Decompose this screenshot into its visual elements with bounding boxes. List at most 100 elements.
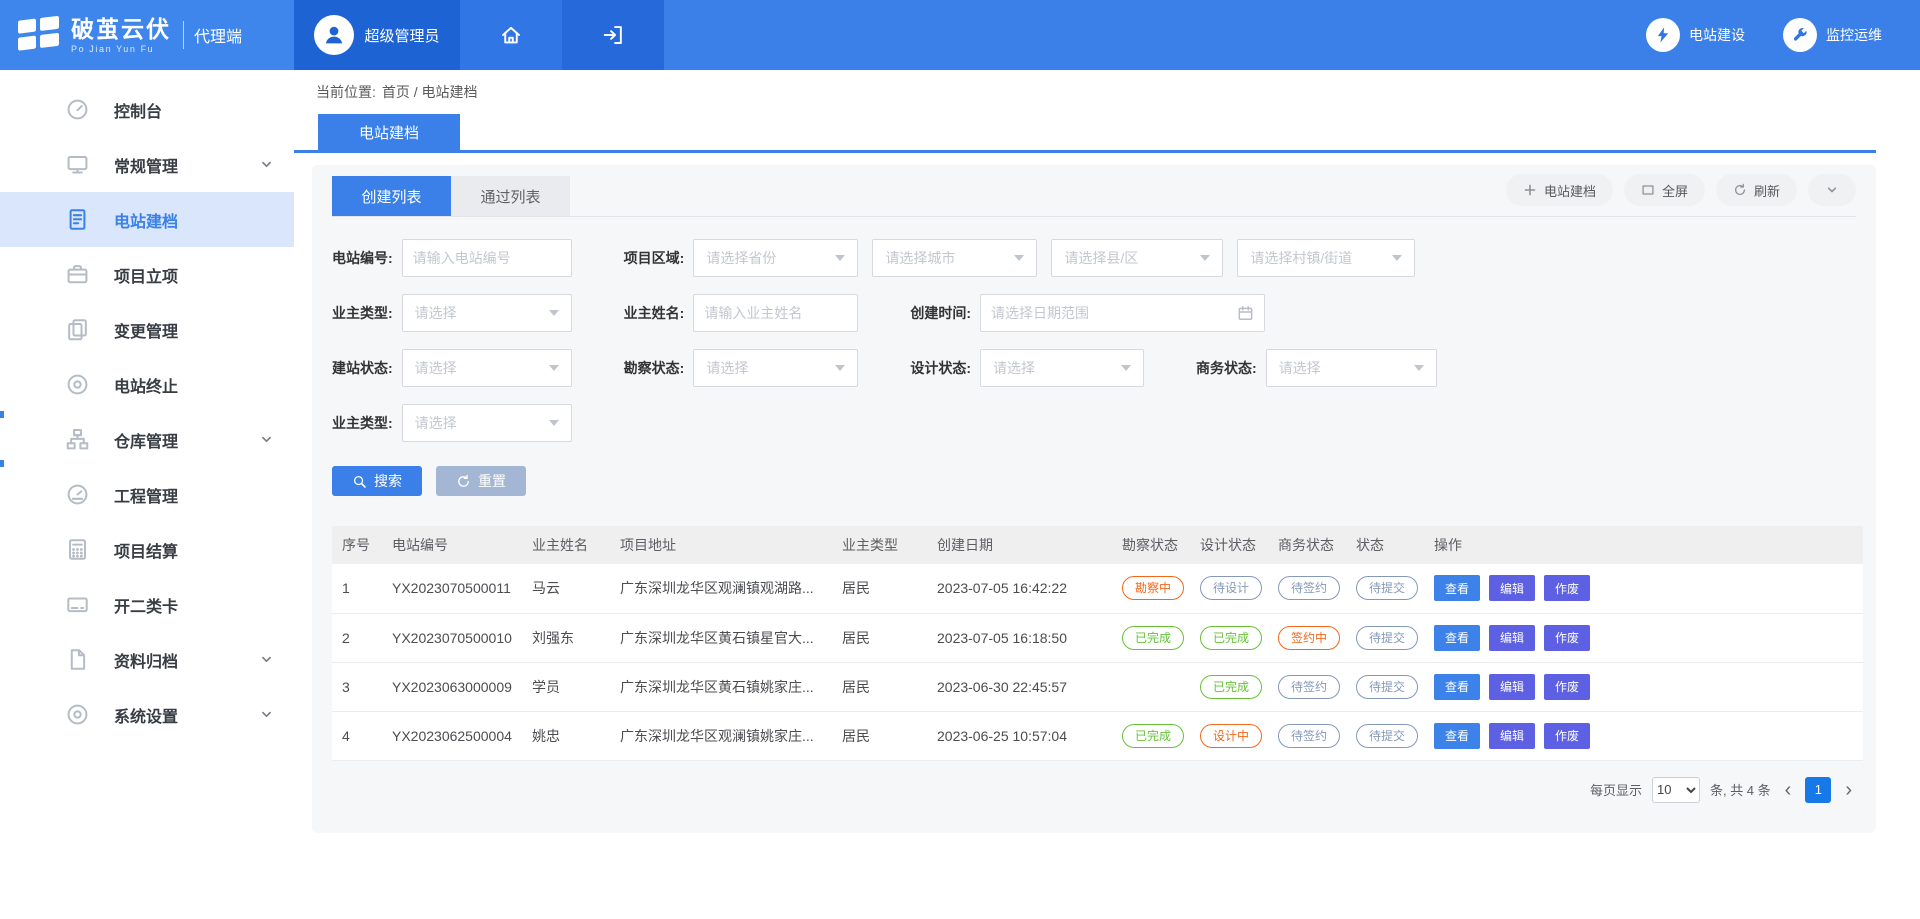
sidebar-item-data-archive[interactable]: 资料归档	[0, 632, 294, 687]
caret-down-icon	[549, 420, 559, 426]
void-button[interactable]: 作废	[1544, 723, 1590, 749]
business-status-label: 商务状态:	[1196, 358, 1257, 378]
bolt-icon	[1646, 18, 1680, 52]
sidebar-item-warehouse-management[interactable]: 仓库管理	[0, 412, 294, 467]
page-tab[interactable]: 电站建档	[318, 114, 460, 150]
status-status-badge: 待提交	[1356, 626, 1418, 650]
sidebar-menu: 控制台常规管理电站建档项目立项变更管理电站终止仓库管理工程管理项目结算开二类卡资…	[0, 82, 294, 742]
select-placeholder: 请选择	[1279, 358, 1321, 378]
sidebar-indicator	[0, 411, 4, 418]
search-icon	[352, 474, 367, 489]
refresh-icon	[1733, 183, 1747, 197]
sidebar-item-project-initiation[interactable]: 项目立项	[0, 247, 294, 302]
caret-down-icon	[1392, 255, 1402, 261]
column-header: 设计状态	[1190, 526, 1268, 564]
home-icon	[500, 24, 522, 46]
monitor-ops-label: 监控运维	[1826, 25, 1882, 45]
page-size-select[interactable]: 10	[1652, 777, 1700, 803]
wrench-icon	[1783, 18, 1817, 52]
more-button[interactable]	[1808, 174, 1856, 206]
design-status-select[interactable]: 请选择	[980, 349, 1144, 387]
sidebar-item-type2-card[interactable]: 开二类卡	[0, 577, 294, 632]
reset-button-label: 重置	[478, 471, 506, 491]
reset-icon	[456, 474, 471, 489]
owner-type-select[interactable]: 请选择	[402, 294, 572, 332]
sidebar-item-label: 工程管理	[114, 483, 178, 507]
survey-status-cell: 已完成	[1112, 711, 1190, 760]
sidebar-item-general-management[interactable]: 常规管理	[0, 137, 294, 192]
refresh-button[interactable]: 刷新	[1716, 174, 1797, 206]
fullscreen-icon	[1641, 183, 1655, 197]
void-button[interactable]: 作废	[1544, 575, 1590, 601]
chevron-down-icon	[259, 707, 274, 722]
province-select[interactable]: 请选择省份	[693, 239, 858, 277]
monitor-ops-link[interactable]: 监控运维	[1783, 0, 1882, 70]
list-tabs: 创建列表通过列表	[332, 176, 570, 216]
page-number[interactable]: 1	[1805, 777, 1831, 803]
station-no-input[interactable]	[402, 239, 572, 277]
design-status-cell: 已完成	[1190, 613, 1268, 662]
fullscreen-button[interactable]: 全屏	[1624, 174, 1705, 206]
toolbar-button-label: 电站建档	[1544, 181, 1596, 200]
tab-passed-list[interactable]: 通过列表	[451, 176, 570, 216]
logo-icon	[16, 15, 62, 55]
station-build-link[interactable]: 电站建设	[1646, 0, 1745, 70]
brand-subtitle: Po Jian Yun Fu	[71, 44, 171, 54]
prev-page-button[interactable]: ‹	[1781, 777, 1796, 803]
sidebar-item-station-termination[interactable]: 电站终止	[0, 357, 294, 412]
date-placeholder: 请选择日期范围	[991, 303, 1089, 323]
select-placeholder: 请选择县/区	[1064, 248, 1138, 268]
survey-status-select[interactable]: 请选择	[693, 349, 858, 387]
sidebar-item-label: 项目结算	[114, 538, 178, 562]
owner-type2-select[interactable]: 请选择	[402, 404, 572, 442]
briefcase-icon	[66, 263, 89, 286]
edit-button[interactable]: 编辑	[1489, 723, 1535, 749]
edit-button[interactable]: 编辑	[1489, 575, 1535, 601]
business-status-select[interactable]: 请选择	[1266, 349, 1437, 387]
sidebar-item-label: 电站终止	[114, 373, 178, 397]
total-count-label: 条, 共 4 条	[1710, 780, 1771, 799]
view-button[interactable]: 查看	[1434, 575, 1480, 601]
business-status-cell: 待签约	[1268, 711, 1346, 760]
sidebar-item-system-settings[interactable]: 系统设置	[0, 687, 294, 742]
edit-button[interactable]: 编辑	[1489, 674, 1535, 700]
void-button[interactable]: 作废	[1544, 674, 1590, 700]
void-button[interactable]: 作废	[1544, 625, 1590, 651]
create-station-button[interactable]: 电站建档	[1506, 174, 1613, 206]
edit-button[interactable]: 编辑	[1489, 625, 1535, 651]
sidebar-item-station-archive[interactable]: 电站建档	[0, 192, 294, 247]
sidebar-item-console[interactable]: 控制台	[0, 82, 294, 137]
sidebar-item-change-management[interactable]: 变更管理	[0, 302, 294, 357]
date-range-input[interactable]: 请选择日期范围	[980, 294, 1265, 332]
address-cell: 广东深圳龙华区黄石镇姚家庄...	[610, 662, 832, 711]
build-status-select[interactable]: 请选择	[402, 349, 572, 387]
caret-down-icon	[1121, 365, 1131, 371]
city-select[interactable]: 请选择城市	[872, 239, 1037, 277]
select-placeholder: 请选择	[415, 358, 457, 378]
business-status-cell: 待签约	[1268, 662, 1346, 711]
sidebar-item-engineering-management[interactable]: 工程管理	[0, 467, 294, 522]
view-button[interactable]: 查看	[1434, 723, 1480, 749]
view-button[interactable]: 查看	[1434, 625, 1480, 651]
station-no-cell: YX2023070500010	[382, 613, 522, 662]
target-icon	[66, 373, 89, 396]
view-button[interactable]: 查看	[1434, 674, 1480, 700]
next-page-button[interactable]: ›	[1841, 777, 1856, 803]
owner-name-input[interactable]	[693, 294, 858, 332]
design-status-badge: 设计中	[1200, 724, 1262, 748]
street-select[interactable]: 请选择村镇/街道	[1237, 239, 1415, 277]
breadcrumb-label: 当前位置:	[316, 84, 376, 100]
actions-cell: 查看编辑作废	[1424, 711, 1863, 760]
sidebar-item-label: 项目立项	[114, 263, 178, 287]
user-menu[interactable]: 超级管理员	[294, 0, 460, 70]
owner-name-label: 业主姓名:	[624, 303, 685, 323]
sidebar-item-project-settlement[interactable]: 项目结算	[0, 522, 294, 577]
caret-down-icon	[835, 255, 845, 261]
reset-button[interactable]: 重置	[436, 466, 526, 496]
search-button[interactable]: 搜索	[332, 466, 422, 496]
tab-created-list[interactable]: 创建列表	[332, 176, 451, 216]
logout-button[interactable]	[562, 0, 664, 70]
card-icon	[66, 593, 89, 616]
district-select[interactable]: 请选择县/区	[1051, 239, 1223, 277]
home-button[interactable]	[460, 0, 562, 70]
